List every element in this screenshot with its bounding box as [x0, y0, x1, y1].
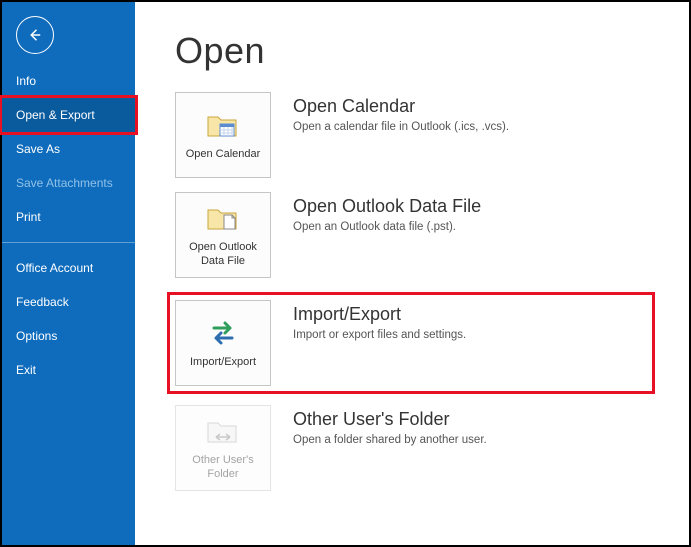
option-desc: Import or export files and settings. [293, 329, 466, 341]
nav-print[interactable]: Print [2, 200, 135, 234]
nav-separator [2, 242, 135, 243]
option-heading: Other User's Folder [293, 409, 487, 430]
nav-save-attachments: Save Attachments [2, 166, 135, 200]
back-button[interactable] [16, 16, 54, 54]
tile-import-export[interactable]: Import/Export [175, 300, 271, 386]
option-desc: Open an Outlook data file (.pst). [293, 221, 481, 233]
option-desc: Open a folder shared by another user. [293, 434, 487, 446]
calendar-folder-icon [206, 108, 240, 142]
backstage-sidebar: Info Open & Export Save As Save Attachme… [2, 2, 135, 545]
option-open-data-file: Open Outlook Data File Open Outlook Data… [175, 192, 655, 278]
tile-label: Other User's Folder [176, 454, 270, 482]
tile-label: Import/Export [186, 356, 260, 370]
option-heading: Open Outlook Data File [293, 196, 481, 217]
data-file-folder-icon [206, 201, 240, 235]
option-import-export: Import/Export Import/Export Import or ex… [167, 292, 655, 394]
tile-label: Open Calendar [182, 148, 265, 162]
option-desc: Open a calendar file in Outlook (.ics, .… [293, 121, 509, 133]
tile-open-calendar[interactable]: Open Calendar [175, 92, 271, 178]
page-title: Open [175, 30, 655, 72]
nav-office-account[interactable]: Office Account [2, 251, 135, 285]
option-heading: Open Calendar [293, 96, 509, 117]
option-other-users-folder: Other User's Folder Other User's Folder … [175, 405, 655, 491]
nav-open-export[interactable]: Open & Export [0, 95, 138, 135]
nav-save-as[interactable]: Save As [2, 132, 135, 166]
tile-other-users-folder[interactable]: Other User's Folder [175, 405, 271, 491]
shared-folder-icon [206, 414, 240, 448]
nav-info[interactable]: Info [2, 64, 135, 98]
nav-feedback[interactable]: Feedback [2, 285, 135, 319]
main-pane: Open Open Calendar Open Calendar Open a … [135, 2, 689, 545]
import-export-icon [208, 316, 238, 350]
nav-exit[interactable]: Exit [2, 353, 135, 387]
tile-label: Open Outlook Data File [176, 241, 270, 269]
nav-options[interactable]: Options [2, 319, 135, 353]
arrow-left-icon [26, 26, 44, 44]
option-open-calendar: Open Calendar Open Calendar Open a calen… [175, 92, 655, 178]
option-heading: Import/Export [293, 304, 466, 325]
tile-open-data-file[interactable]: Open Outlook Data File [175, 192, 271, 278]
